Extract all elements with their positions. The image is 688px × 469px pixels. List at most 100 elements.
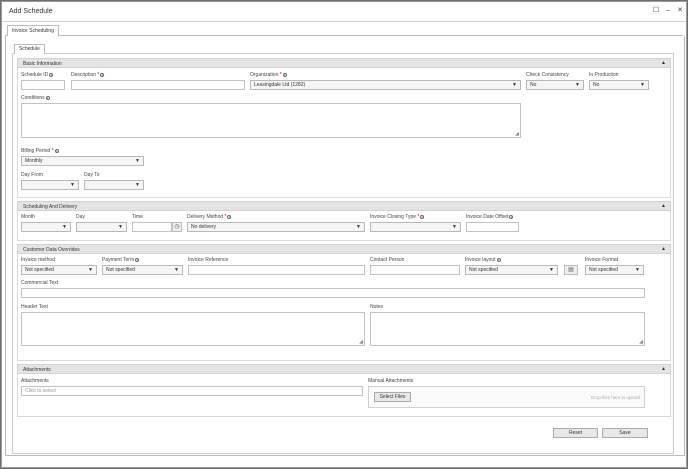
- customer-data-overrides-title: Customer Data Overrides: [23, 247, 80, 253]
- header-text-textarea[interactable]: ◢: [21, 312, 365, 346]
- time-input[interactable]: [132, 222, 172, 232]
- in-production-label: In Production: [589, 72, 619, 78]
- schedule-id-label: Schedule ID i: [21, 72, 54, 78]
- basic-information-header[interactable]: Basic Information ▲: [17, 58, 671, 68]
- day-to-select[interactable]: ▼: [84, 180, 144, 190]
- contact-person-input[interactable]: [370, 265, 460, 275]
- window-title: Add Schedule: [9, 8, 53, 15]
- chevron-down-icon: ▼: [118, 224, 123, 230]
- month-select[interactable]: ▼: [21, 222, 71, 232]
- save-button[interactable]: Save: [602, 428, 648, 438]
- resize-icon[interactable]: ◢: [359, 340, 363, 345]
- tab-invoice-scheduling[interactable]: Invoice Scheduling: [7, 25, 59, 36]
- attachments-header[interactable]: Attachments ▲: [17, 364, 671, 374]
- info-icon: i: [509, 214, 514, 219]
- info-icon: i: [282, 72, 287, 77]
- layout-preview-icon[interactable]: ▤: [564, 265, 578, 275]
- day-to-label: Day To: [84, 172, 100, 178]
- notes-label: Notes: [370, 304, 384, 310]
- close-icon[interactable]: ✕: [676, 7, 684, 15]
- file-dropzone[interactable]: Select Files Drop files here to upload: [368, 386, 645, 408]
- time-label: Time: [132, 214, 143, 220]
- invoice-closing-type-label: Invoice Closing Type * i: [370, 214, 425, 220]
- chevron-down-icon: ▼: [62, 224, 67, 230]
- invoice-date-offset-label: Invoice Date Offset i: [466, 214, 514, 220]
- payment-term-select[interactable]: Not specified ▼: [102, 265, 183, 275]
- invoice-closing-type-select[interactable]: ▼: [370, 222, 461, 232]
- customer-data-overrides-body: Invoice method Not specified ▼ Payment Te…: [17, 254, 671, 361]
- chevron-down-icon: ▼: [512, 82, 517, 88]
- in-production-select[interactable]: No ▼: [589, 80, 649, 90]
- resize-icon[interactable]: ◢: [515, 132, 519, 137]
- chevron-down-icon: ▼: [356, 224, 361, 230]
- invoice-scheduling-panel: Schedule Basic Information ▲ Schedule ID…: [5, 36, 685, 456]
- tab-schedule[interactable]: Schedule: [14, 44, 45, 54]
- month-label: Month: [21, 214, 35, 220]
- day-select[interactable]: ▼: [76, 222, 127, 232]
- info-icon: i: [420, 214, 425, 219]
- reset-button[interactable]: Reset: [553, 428, 598, 438]
- chevron-down-icon: ▼: [640, 82, 645, 88]
- attachments-input[interactable]: Click to select: [21, 386, 363, 396]
- manual-attachments-label: Manual Attachments: [368, 378, 414, 384]
- collapse-icon[interactable]: ▲: [661, 366, 666, 372]
- invoice-reference-label: Invoice Reference: [188, 257, 229, 263]
- chevron-down-icon: ▼: [88, 267, 93, 273]
- collapse-icon[interactable]: ▲: [661, 246, 666, 252]
- schedule-panel: Basic Information ▲ Schedule ID i Descrip…: [12, 54, 674, 454]
- minimize-icon[interactable]: –: [664, 7, 672, 15]
- customer-data-overrides-header[interactable]: Customer Data Overrides ▲: [17, 244, 671, 254]
- chevron-down-icon: ▼: [70, 182, 75, 188]
- invoice-format-select[interactable]: Not specified ▼: [585, 265, 644, 275]
- day-from-label: Day From: [21, 172, 43, 178]
- scheduling-delivery-title: Scheduling And Delivery: [23, 204, 78, 210]
- add-schedule-window: Add Schedule ☐ – ✕ Invoice Scheduling Sc…: [1, 1, 687, 468]
- basic-information-body: Schedule ID i Description * i Organization…: [17, 68, 671, 198]
- conditions-label: Conditions i: [21, 95, 50, 101]
- contact-person-label: Contact Person: [370, 257, 405, 263]
- collapse-icon[interactable]: ▲: [661, 60, 666, 66]
- maximize-icon[interactable]: ☐: [652, 7, 660, 15]
- commercial-text-label: Commercial Text: [21, 280, 59, 286]
- description-input[interactable]: [71, 80, 245, 90]
- description-label: Description * i: [71, 72, 105, 78]
- invoice-method-select[interactable]: Not specified ▼: [21, 265, 97, 275]
- payment-term-label: Payment Term i: [102, 257, 140, 263]
- chevron-down-icon: ▼: [174, 267, 179, 273]
- chevron-down-icon: ▼: [452, 224, 457, 230]
- billing-period-select[interactable]: Monthly ▼: [21, 156, 144, 166]
- info-icon: i: [49, 72, 54, 77]
- info-icon: i: [54, 148, 59, 153]
- billing-period-label: Billing Period * i: [21, 148, 59, 154]
- day-label: Day: [76, 214, 85, 220]
- notes-textarea[interactable]: ◢: [370, 312, 645, 346]
- attachments-title: Attachments: [23, 367, 51, 373]
- invoice-reference-input[interactable]: [188, 265, 365, 275]
- invoice-date-offset-input[interactable]: [466, 222, 519, 232]
- chevron-down-icon: ▼: [135, 158, 140, 164]
- drop-files-hint: Drop files here to upload: [590, 395, 640, 400]
- title-bar: Add Schedule ☐ – ✕: [2, 2, 686, 22]
- collapse-icon[interactable]: ▲: [661, 203, 666, 209]
- invoice-format-label: Invoice Format: [585, 257, 619, 263]
- select-files-button[interactable]: Select Files: [374, 392, 411, 402]
- inner-tab-bar: Schedule: [12, 44, 674, 54]
- check-consistency-select[interactable]: No ▼: [526, 80, 584, 90]
- delivery-method-select[interactable]: No delivery ▼: [187, 222, 365, 232]
- clock-icon[interactable]: ◷: [172, 222, 182, 232]
- scheduling-delivery-header[interactable]: Scheduling And Delivery ▲: [17, 201, 671, 211]
- scheduling-delivery-body: Month ▼ Day ▼ Time ◷ Delivery Method * i …: [17, 211, 671, 241]
- schedule-id-input[interactable]: [21, 80, 65, 90]
- conditions-textarea[interactable]: ◢: [21, 103, 521, 138]
- info-icon: i: [496, 257, 501, 262]
- organization-select[interactable]: Leasingdale Ltd (1282) ▼: [250, 80, 521, 90]
- invoice-layout-select[interactable]: Not specified ▼: [465, 265, 558, 275]
- delivery-method-label: Delivery Method * i: [187, 214, 232, 220]
- commercial-text-input[interactable]: [21, 288, 645, 298]
- organization-label: Organization * i: [250, 72, 287, 78]
- resize-icon[interactable]: ◢: [639, 340, 643, 345]
- header-text-label: Header Text: [21, 304, 48, 310]
- info-icon: i: [135, 257, 140, 262]
- invoice-method-label: Invoice method: [21, 257, 55, 263]
- day-from-select[interactable]: ▼: [21, 180, 79, 190]
